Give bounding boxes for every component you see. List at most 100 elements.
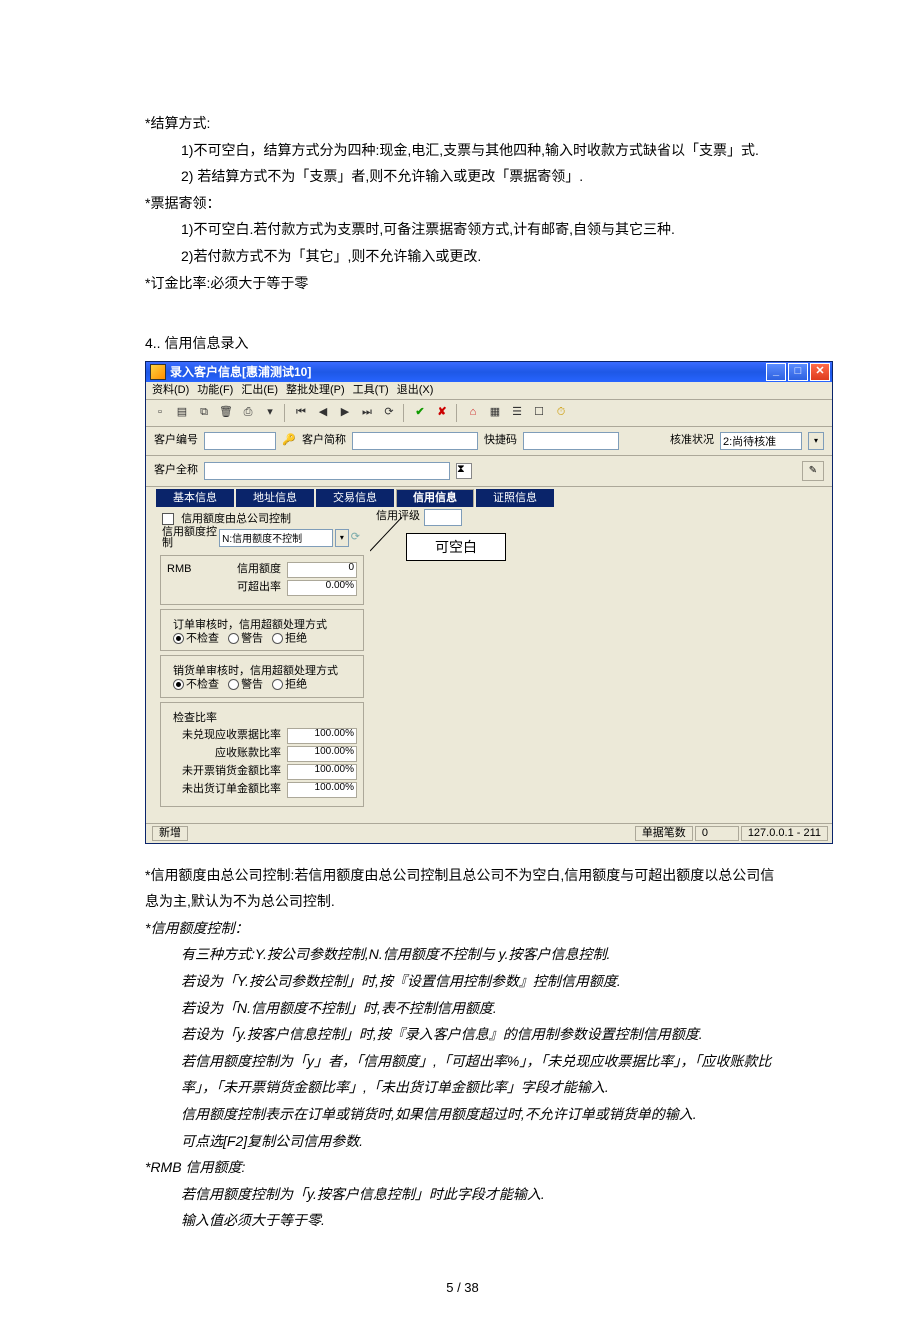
ship-opt-warn[interactable] [228,679,239,690]
text-rmb-a: 若信用额度控制为「y.按客户信息控制」时此字段才能输入. [181,1181,780,1208]
ship-group-label: 销货单审核时，信用超额处理方式 [171,666,340,677]
cust-no-input[interactable] [204,432,276,450]
maximize-button[interactable]: □ [788,363,808,381]
ship-opt-nocheck[interactable] [173,679,184,690]
section-4-heading: 4.. 信用信息录入 [145,330,780,357]
credit-limit-group: RMB 信用额度 0 可超出率 0.00% [160,555,364,605]
credit-ctrl-dropdown[interactable]: ▾ [335,529,349,547]
approve-input[interactable] [720,432,802,450]
ship-opt-nocheck-label: 不检查 [186,679,219,691]
titlebar: 录入客户信息[惠浦测试10] _ □ ✕ [146,362,832,382]
print-icon[interactable]: ⎙ [238,403,258,423]
home-icon[interactable]: ⌂ [463,403,483,423]
r2-label: 应收账款比率 [167,748,281,759]
app-window: 录入客户信息[惠浦测试10] _ □ ✕ 资料(D) 功能(F) 汇出(E) 整… [145,361,833,844]
menubar: 资料(D) 功能(F) 汇出(E) 整批处理(P) 工具(T) 退出(X) [146,382,832,400]
close-button[interactable]: ✕ [810,363,830,381]
menu-exit[interactable]: 退出(X) [397,385,434,396]
prev-icon[interactable]: ◀ [313,403,333,423]
approve-dropdown[interactable]: ▾ [808,432,824,450]
text-credit-ctrl-c: 若设为「N.信用额度不控制」时,表不控制信用额度. [181,995,780,1022]
first-icon[interactable]: ⏮ [291,403,311,423]
cancel-icon[interactable]: ✘ [432,403,452,423]
next-icon[interactable]: ▶ [335,403,355,423]
menu-function[interactable]: 功能(F) [197,385,233,396]
list-icon[interactable]: ☰ [507,403,527,423]
order-check-group: 订单审核时，信用超额处理方式 不检查 警告 拒绝 [160,609,364,651]
page-number: 5 / 38 [145,1276,780,1301]
refresh-icon[interactable]: ⟳ [379,403,399,423]
menu-export[interactable]: 汇出(E) [241,385,278,396]
tab-trade-info[interactable]: 交易信息 [316,489,394,507]
note-icon[interactable]: ☐ [529,403,549,423]
menu-batch[interactable]: 整批处理(P) [286,385,345,396]
tab-body: 信用额度由总公司控制 信用额度控制 ▾ ⟳ RMB 信用额度 0 可超出率 [146,507,832,823]
credit-limit-value[interactable]: 0 [287,562,357,578]
quick-label: 快捷码 [484,435,517,446]
text-settlement-2: 2) 若结算方式不为「支票」者,则不允许输入或更改「票据寄领」. [181,163,780,190]
r1-label: 未兑现应收票据比率 [167,730,281,741]
f2-icon[interactable]: ⟳ [351,532,360,543]
cust-short-input[interactable] [352,432,478,450]
open-icon[interactable]: ▤ [172,403,192,423]
r4-label: 未出货订单金额比率 [167,784,281,795]
credit-ctrl-label: 信用额度控制 [162,527,217,549]
menu-tools[interactable]: 工具(T) [353,385,389,396]
copy-icon[interactable]: ⧉ [194,403,214,423]
over-rate-value[interactable]: 0.00% [287,580,357,596]
r3-value[interactable]: 100.00% [287,764,357,780]
r1-value[interactable]: 100.00% [287,728,357,744]
cust-full-input[interactable] [204,462,450,480]
text-rmb-heading: *RMB 信用额度: [145,1154,780,1181]
quick-input[interactable] [523,432,619,450]
status-count-value: 0 [695,826,739,841]
ship-opt-warn-label: 警告 [241,679,263,691]
order-opt-nocheck[interactable] [173,633,184,644]
text-settlement-1: 1)不可空白，结算方式分为四种:现金,电汇,支票与其他四种,输入时收款方式缺省以… [181,137,780,164]
credit-limit-label: 信用额度 [197,564,281,575]
approve-label: 核准状况 [670,435,714,446]
cust-full-label: 客户全称 [154,465,198,476]
text-receipt-heading: *票据寄领： [145,190,780,217]
ship-opt-reject-label: 拒绝 [285,679,307,691]
ship-opt-reject[interactable] [272,679,283,690]
text-credit-ctrl-g: 可点选[F2]复制公司信用参数. [181,1128,780,1155]
credit-rating-input[interactable] [424,509,462,526]
cust-short-label: 客户简称 [302,435,346,446]
menu-data[interactable]: 资料(D) [152,385,189,396]
tab-license-info[interactable]: 证照信息 [476,489,554,507]
text-receipt-1: 1)不可空白.若付款方式为支票时,可备注票据寄领方式,计有邮寄,自领与其它三种. [181,216,780,243]
clock-icon[interactable]: ⏱ [551,403,571,423]
delete-icon[interactable]: 🗑 [216,403,236,423]
text-deposit-rate: *订金比率:必须大于等于零 [145,270,780,297]
dropdown-icon[interactable]: ▾ [260,403,280,423]
text-credit-ctrl-f: 信用额度控制表示在订单或销货时,如果信用额度超过时,不允许订单或销货单的输入. [181,1101,780,1128]
order-opt-reject[interactable] [272,633,283,644]
minimize-button[interactable]: _ [766,363,786,381]
tab-address-info[interactable]: 地址信息 [236,489,314,507]
order-group-label: 订单审核时，信用超额处理方式 [171,620,329,631]
app-icon [150,364,166,380]
key-icon: 🔑 [282,434,296,448]
ratio-group-label: 检查比率 [171,713,219,724]
last-icon[interactable]: ⏭ [357,403,377,423]
order-opt-warn[interactable] [228,633,239,644]
confirm-icon[interactable]: ✔ [410,403,430,423]
tab-credit-info[interactable]: 信用信息 [396,489,474,507]
credit-ctrl-select[interactable] [219,529,333,547]
status-mode: 新增 [152,826,188,841]
edit-icon-button[interactable]: ✎ [802,461,824,481]
r2-value[interactable]: 100.00% [287,746,357,762]
tab-basic-info[interactable]: 基本信息 [156,489,234,507]
callout: 可空白 [406,533,506,561]
status-count-label: 单据笔数 [635,826,693,841]
head-office-checkbox[interactable] [162,513,174,525]
hourglass-icon: ⧗ [456,463,472,479]
calc-icon[interactable]: ▦ [485,403,505,423]
new-icon[interactable]: ▫ [150,403,170,423]
cust-no-label: 客户编号 [154,435,198,446]
order-opt-reject-label: 拒绝 [285,632,307,644]
status-server: 127.0.0.1 - 211 [741,826,828,841]
header-row-2: 客户全称 ⧗ ✎ [146,456,832,487]
r4-value[interactable]: 100.00% [287,782,357,798]
